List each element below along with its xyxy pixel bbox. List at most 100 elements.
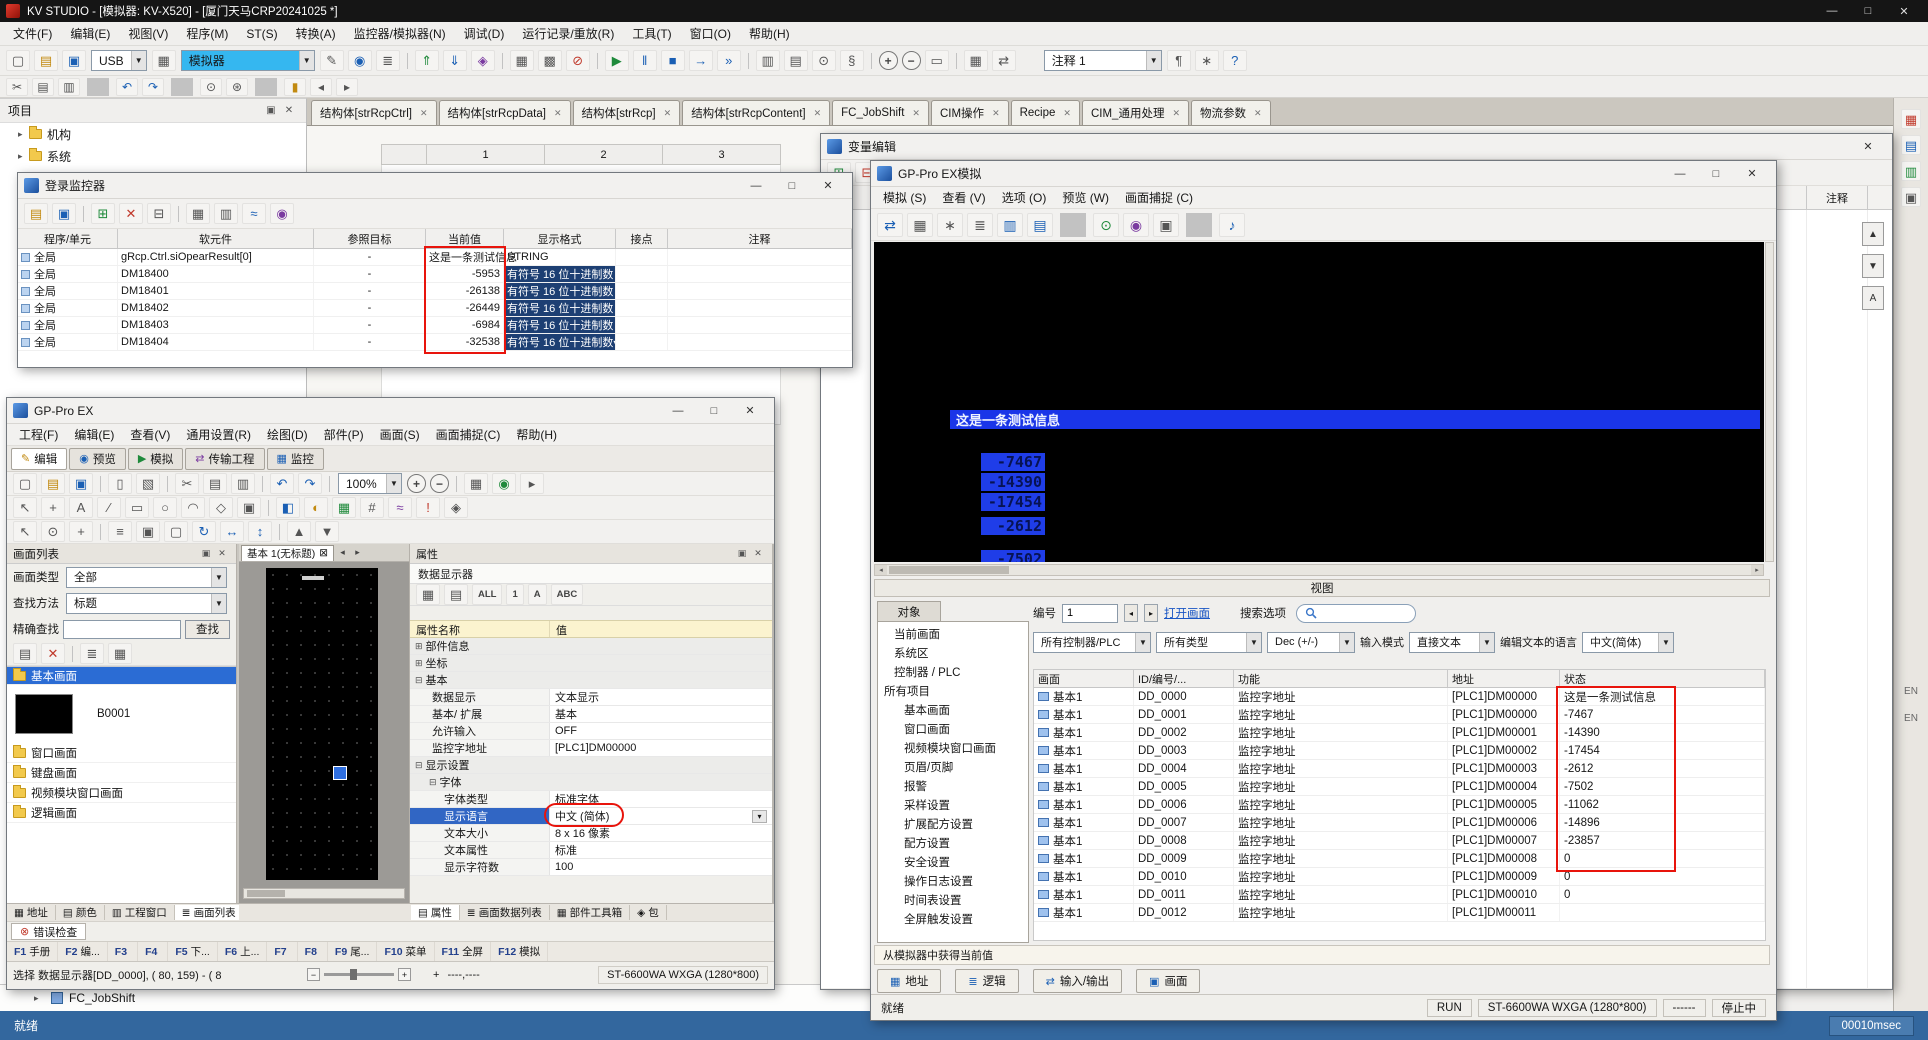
canvas-horizontal-scrollbar[interactable] [243, 888, 405, 899]
object-tree-item[interactable]: 基本画面 [878, 700, 1028, 719]
prev-bookmark-icon[interactable]: ◂ [310, 78, 332, 96]
chevron-down-icon[interactable]: ▼ [1135, 633, 1150, 652]
panel-tab-screen-data-list[interactable]: ≣画面数据列表 [460, 905, 550, 920]
display-format-cell[interactable]: STRING [504, 249, 616, 265]
device-monitor-icon[interactable]: ⊙ [1093, 213, 1119, 237]
document-tab[interactable]: 物流参数✕ [1191, 100, 1271, 125]
maximize-button[interactable]: □ [696, 399, 732, 423]
close-button[interactable]: ✕ [1734, 162, 1770, 186]
object-tree-item[interactable]: 扩展配方设置 [878, 814, 1028, 833]
option-icon[interactable]: ∗ [1195, 50, 1219, 71]
mode-tab-transfer[interactable]: ⇄传输工程 [185, 448, 264, 470]
type-filter-combo[interactable]: 所有类型▼ [1156, 632, 1262, 653]
dock-output-icon[interactable]: ▣ [1901, 187, 1921, 207]
delete-screen-icon[interactable]: ✕ [41, 643, 65, 664]
lamp-part-icon[interactable]: ◐ [304, 497, 328, 518]
rect-tool-icon[interactable]: ▭ [125, 497, 149, 518]
send-back-icon[interactable]: ▼ [315, 521, 339, 542]
transfer-project-icon[interactable]: ⇄ [877, 213, 903, 237]
new-project-icon[interactable]: ▢ [6, 50, 30, 71]
menu-item[interactable]: 查看(V) [122, 424, 178, 445]
pan-tool-icon[interactable]: + [69, 521, 93, 542]
document-tab[interactable]: CIM操作✕ [931, 100, 1009, 125]
column-header[interactable]: 功能 [1234, 670, 1448, 687]
spin-left-icon[interactable]: ◂ [1124, 604, 1138, 622]
data-display-part-icon[interactable]: ▦ [332, 497, 356, 518]
menu-item[interactable]: 监控器/模拟器(N) [345, 22, 455, 45]
minimize-button[interactable]: — [1814, 0, 1850, 22]
scroll-right-icon[interactable]: ▸ [1751, 565, 1763, 575]
property-value-cell[interactable]: OFF [550, 723, 772, 739]
menu-item[interactable]: 通用设置(R) [178, 424, 259, 445]
read-from-plc-icon[interactable]: ⇑ [415, 50, 439, 71]
paste-icon[interactable]: ▥ [231, 473, 255, 494]
sim-tab-screen[interactable]: ▣画面 [1136, 969, 1200, 993]
column-header[interactable]: 当前值 [426, 229, 504, 248]
chevron-down-icon[interactable]: ▼ [211, 594, 226, 613]
undo-icon[interactable]: ↶ [116, 78, 138, 96]
function-key[interactable]: F7 [267, 942, 297, 961]
minimize-button[interactable]: — [660, 399, 696, 423]
screen-section[interactable]: 视频模块窗口画面 [7, 783, 236, 803]
function-key[interactable]: F6上... [218, 942, 268, 961]
function-key[interactable]: F3 [108, 942, 138, 961]
open-file-icon[interactable]: ▤ [24, 203, 48, 224]
column-header[interactable]: 状态 [1560, 670, 1765, 687]
register-device-icon[interactable]: ⊞ [91, 203, 115, 224]
menu-item[interactable]: 画面捕捉 (C) [1117, 187, 1201, 208]
flip-horizontal-icon[interactable]: ↔ [220, 521, 244, 542]
column-header[interactable]: 软元件 [118, 229, 314, 248]
text-tool-icon[interactable]: A [69, 497, 93, 518]
split-vertical-icon[interactable]: ▤ [1027, 213, 1053, 237]
pin-icon[interactable]: ▣ [734, 548, 750, 559]
close-tab-icon[interactable]: ✕ [420, 108, 428, 119]
bookmark-icon[interactable]: ▮ [284, 78, 306, 96]
close-tab-icon[interactable]: ✕ [814, 108, 822, 119]
menu-item[interactable]: 画面捕捉(C) [428, 424, 509, 445]
dock-palette-icon[interactable]: ▤ [1901, 135, 1921, 155]
capture-icon[interactable]: ◉ [270, 203, 294, 224]
menu-item[interactable]: 窗口(O) [681, 22, 740, 45]
bring-front-icon[interactable]: ▲ [287, 521, 311, 542]
spin-right-icon[interactable]: ▸ [1144, 604, 1158, 622]
menu-item[interactable]: 预览 (W) [1054, 187, 1117, 208]
verify-icon[interactable]: ◈ [471, 50, 495, 71]
screen-section[interactable]: 窗口画面 [7, 743, 236, 763]
screen-section-basic[interactable]: 基本画面 [7, 667, 236, 685]
panel-tab-screen-list[interactable]: ≣画面列表 [175, 905, 239, 920]
menu-item[interactable]: 部件(P) [316, 424, 372, 445]
dock-library-icon[interactable]: ▥ [1901, 161, 1921, 181]
run-icon[interactable]: ▶ [605, 50, 629, 71]
scrollbar-thumb[interactable] [889, 566, 1009, 574]
replace-icon[interactable]: ⊛ [226, 78, 248, 96]
menu-item[interactable]: 编辑(E) [61, 22, 119, 45]
column-header[interactable]: 注释 [668, 229, 852, 248]
zoom-slider[interactable]: −+ [307, 968, 411, 981]
property-row[interactable]: 显示语言 中文 (简体)▾ [410, 808, 772, 825]
flip-vertical-icon[interactable]: ↕ [248, 521, 272, 542]
delete-register-icon[interactable]: ✕ [119, 203, 143, 224]
tab-scroll-right-icon[interactable]: ▸ [351, 547, 364, 558]
display-format-cell[interactable]: 有符号 16 位十进制数 [504, 283, 616, 299]
editor-mode-icon[interactable]: ✎ [320, 50, 344, 71]
chevron-down-icon[interactable]: ▼ [1658, 633, 1673, 652]
new-screen-icon[interactable]: ▢ [13, 473, 37, 494]
menu-item[interactable]: 视图(V) [119, 22, 177, 45]
preview-icon[interactable]: ▧ [136, 473, 160, 494]
close-tab-icon[interactable]: ✕ [664, 108, 672, 119]
find-button[interactable]: 查找 [185, 620, 230, 639]
menu-item[interactable]: 模拟 (S) [875, 187, 934, 208]
tree-expander-icon[interactable]: ⊞ [415, 658, 423, 669]
pin-icon[interactable]: ▣ [262, 105, 280, 116]
sim-tab-io[interactable]: ⇄输入/输出 [1033, 969, 1122, 993]
panel-tab-package[interactable]: ◈包 [630, 905, 667, 920]
simulated-hmi-screen[interactable]: 这是一条测试信息 -7467-14390-17454-2612-7502 [874, 242, 1764, 562]
tree-expander-icon[interactable]: ⊟ [415, 675, 423, 686]
screen-type-combo[interactable]: 全部▼ [66, 567, 227, 588]
object-tree-item[interactable]: 系统区 [878, 643, 1028, 662]
dock-label[interactable]: EN [1904, 713, 1918, 724]
alphabetical-view-icon[interactable]: ▤ [444, 584, 468, 605]
pin-icon[interactable]: ▣ [198, 548, 214, 559]
panel-tab-project-window[interactable]: ▥工程窗口 [105, 905, 175, 920]
alarm-part-icon[interactable]: ! [416, 497, 440, 518]
